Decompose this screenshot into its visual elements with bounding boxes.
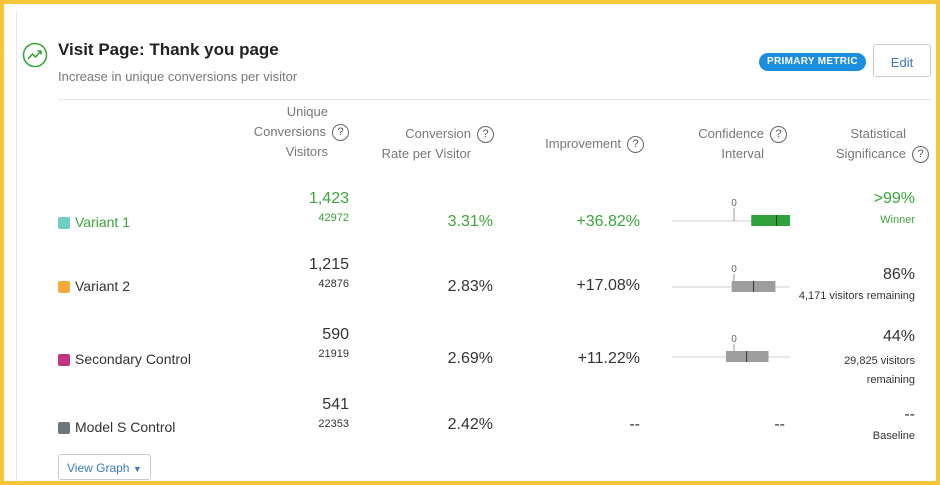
- help-icon[interactable]: ?: [477, 126, 494, 144]
- confidence-interval-bar: 0: [672, 196, 800, 227]
- variant-color-swatch: [58, 354, 70, 366]
- col-improvement: Improvement?: [502, 134, 644, 154]
- metric-card: Visit Page: Thank you page Increase in u…: [16, 12, 935, 481]
- significance-note: remaining: [866, 374, 915, 386]
- significance-note: Winner: [880, 214, 915, 226]
- variant-name: Model S Control: [75, 419, 176, 435]
- variant-color-swatch: [58, 217, 70, 229]
- ci-zero-label: 0: [731, 264, 737, 275]
- conversion-cell: 590 21919: [249, 326, 349, 360]
- significance-note: 4,171 visitors remaining: [798, 290, 915, 302]
- view-graph-button[interactable]: View Graph ▼: [58, 454, 151, 480]
- visitor-count: 22353: [318, 418, 349, 430]
- improvement-value: +11.22%: [577, 350, 640, 367]
- significance-value: --: [904, 406, 915, 423]
- conversion-rate: 2.83%: [447, 278, 493, 295]
- conversion-cell: 1,423 42972: [249, 190, 349, 224]
- trending-up-icon: [22, 42, 48, 68]
- conversion-cell: 1,215 42876: [249, 256, 349, 290]
- variant-name: Variant 1: [75, 214, 130, 230]
- significance-cell: 86% 4,171 visitors remaining: [799, 266, 915, 302]
- significance-cell: -- Baseline: [873, 406, 915, 442]
- help-icon[interactable]: ?: [332, 124, 349, 142]
- visitor-count: 42972: [318, 212, 349, 224]
- view-graph-label: View Graph: [67, 461, 130, 475]
- conversion-count: 541: [322, 396, 349, 413]
- improvement-value: --: [629, 416, 640, 433]
- significance-note: Baseline: [872, 430, 915, 442]
- help-icon[interactable]: ?: [912, 146, 929, 164]
- significance-value: 44%: [882, 328, 915, 345]
- ci-range-box: [725, 351, 769, 363]
- confidence-interval-chart: 0: [672, 264, 790, 293]
- ci-zero-label: 0: [731, 198, 737, 209]
- variant-name: Variant 2: [75, 278, 130, 294]
- metric-title: Visit Page: Thank you page: [58, 40, 279, 59]
- confidence-interval-bar: 0: [672, 332, 790, 363]
- conversion-count: 1,215: [308, 256, 349, 273]
- improvement-value: +17.08%: [576, 277, 640, 294]
- variant-color-swatch: [58, 422, 70, 434]
- variant-name: Secondary Control: [75, 351, 191, 367]
- col-unique-conversions: Unique Conversions? Visitors: [207, 102, 349, 162]
- metric-subtitle: Increase in unique conversions per visit…: [58, 69, 298, 84]
- edit-button[interactable]: Edit: [873, 44, 931, 77]
- visitor-count: 21919: [318, 348, 349, 360]
- chevron-down-icon: ▼: [132, 464, 142, 474]
- improvement-value: +36.82%: [576, 213, 640, 230]
- col-conversion-rate: Conversion? Rate per Visitor: [352, 124, 494, 164]
- conversion-rate: 2.42%: [447, 416, 493, 433]
- significance-cell: >99% Winner: [874, 190, 915, 226]
- header-divider: [58, 99, 931, 100]
- confidence-interval-chart: 0: [672, 198, 800, 227]
- visitor-count: 42876: [318, 278, 349, 290]
- col-statistical-significance: Statistical Significance?: [777, 124, 929, 164]
- primary-metric-badge: PRIMARY METRIC: [759, 53, 866, 71]
- conversion-rate: 3.31%: [447, 213, 493, 230]
- col-confidence-interval: Confidence? Interval: [642, 124, 787, 164]
- confidence-interval-bar: 0: [672, 262, 790, 293]
- conversion-count: 590: [322, 326, 349, 343]
- conversion-count: 1,423: [308, 190, 349, 207]
- ci-zero-label: 0: [731, 334, 737, 345]
- significance-value: 86%: [882, 266, 915, 283]
- significance-value: >99%: [873, 190, 915, 207]
- ci-range-box: [751, 215, 800, 227]
- variant-color-swatch: [58, 281, 70, 293]
- confidence-interval-chart: 0: [672, 334, 790, 363]
- significance-cell: 44% 29,825 visitors remaining: [844, 328, 915, 386]
- confidence-interval-value: --: [774, 416, 785, 433]
- significance-note: 29,825 visitors: [844, 355, 915, 367]
- conversion-cell: 541 22353: [249, 396, 349, 430]
- conversion-rate: 2.69%: [447, 350, 493, 367]
